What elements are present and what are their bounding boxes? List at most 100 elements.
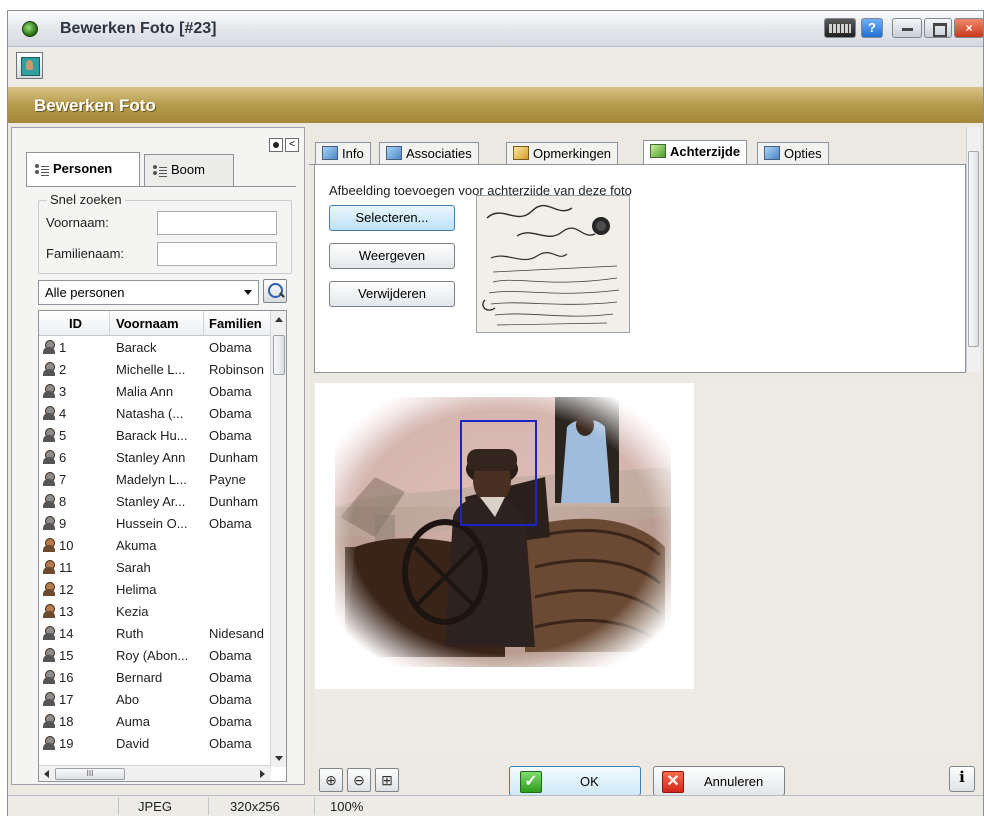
tab-divider: [26, 186, 296, 187]
zoom-out-button[interactable]: ⊖: [347, 768, 371, 792]
options-icon: [764, 146, 780, 160]
main-photo[interactable]: [335, 397, 671, 667]
info-button[interactable]: ℹ: [949, 766, 975, 792]
cell-voornaam: Barack Hu...: [116, 428, 188, 443]
cell-id: 2: [59, 362, 67, 377]
tab-achterzijde-label: Achterzijde: [670, 144, 741, 159]
person-icon: [43, 428, 55, 442]
column-separator: [109, 311, 110, 336]
cell-familienaam: Dunham: [209, 450, 259, 465]
fit-to-window-button[interactable]: ⊞: [375, 768, 399, 792]
cell-id: 16: [59, 670, 74, 685]
column-header-voornaam[interactable]: Voornaam: [116, 316, 179, 331]
tab-opties[interactable]: Opties: [757, 142, 829, 165]
panel-pin-icon[interactable]: [269, 138, 283, 152]
tab-boom[interactable]: Boom: [144, 154, 234, 186]
table-row[interactable]: 10 Akuma: [39, 536, 271, 555]
view-back-image-button[interactable]: Weergeven: [329, 243, 455, 269]
cell-id: 19: [59, 736, 74, 751]
table-vertical-scrollbar[interactable]: [270, 311, 286, 767]
scroll-thumb[interactable]: [273, 335, 285, 375]
person-icon: [43, 362, 55, 376]
tab-content-scrollbar[interactable]: [966, 127, 980, 372]
table-horizontal-scrollbar[interactable]: III: [39, 765, 271, 781]
person-filter-select[interactable]: Alle personen: [38, 280, 259, 305]
help-button[interactable]: ?: [861, 18, 883, 38]
first-name-label: Voornaam:: [46, 215, 109, 230]
delete-back-image-button[interactable]: Verwijderen: [329, 281, 455, 307]
cell-familienaam: Obama: [209, 714, 252, 729]
cell-familienaam: Dunham: [209, 494, 259, 509]
table-row[interactable]: 16 Bernard Obama: [39, 668, 271, 687]
column-header-id[interactable]: ID: [69, 316, 82, 331]
cell-familienaam: Obama: [209, 516, 252, 531]
persons-table: ID Voornaam Familien 1 Barack Obama 2 Michel…: [38, 310, 287, 782]
table-row[interactable]: 6 Stanley Ann Dunham: [39, 448, 271, 467]
table-row[interactable]: 7 Madelyn L... Payne: [39, 470, 271, 489]
table-row[interactable]: 1 Barack Obama: [39, 338, 271, 357]
table-row[interactable]: 13 Kezia: [39, 602, 271, 621]
table-row[interactable]: 14 Ruth Nidesand: [39, 624, 271, 643]
table-row[interactable]: 15 Roy (Abon... Obama: [39, 646, 271, 665]
table-row[interactable]: 11 Sarah: [39, 558, 271, 577]
cell-familienaam: Payne: [209, 472, 246, 487]
zoom-in-button[interactable]: ⊕: [319, 768, 343, 792]
table-row[interactable]: 4 Natasha (... Obama: [39, 404, 271, 423]
tab-opmerkingen[interactable]: Opmerkingen: [506, 142, 619, 165]
cell-voornaam: Helima: [116, 582, 157, 597]
search-button[interactable]: [263, 279, 287, 303]
person-icon: [43, 582, 55, 596]
tab-info-label: Info: [342, 146, 364, 161]
photo-tool-button[interactable]: [16, 52, 43, 79]
scroll-down-icon[interactable]: [275, 756, 283, 761]
horizontal-scroll-thumb[interactable]: III: [55, 768, 125, 780]
cell-id: 8: [59, 494, 67, 509]
cell-voornaam: Madelyn L...: [116, 472, 187, 487]
cell-id: 6: [59, 450, 67, 465]
quick-search-group: Snel zoeken Voornaam: Familienaam:: [38, 192, 292, 274]
column-header-familienaam[interactable]: Familien: [209, 316, 262, 331]
panel-collapse-button[interactable]: <: [285, 138, 299, 152]
ok-button[interactable]: ✓ OK: [509, 766, 641, 796]
cell-id: 9: [59, 516, 67, 531]
table-row[interactable]: 19 David Obama: [39, 734, 271, 753]
cell-voornaam: Barack: [116, 340, 157, 355]
person-icon: [43, 472, 55, 486]
header-title: Bewerken Foto: [34, 96, 156, 115]
table-row[interactable]: 5 Barack Hu... Obama: [39, 426, 271, 445]
status-separator: [208, 797, 209, 815]
window-title: Bewerken Foto [#23]: [60, 20, 217, 37]
person-filter-value: Alle personen: [45, 285, 125, 300]
last-name-input[interactable]: [157, 242, 277, 266]
person-icon: [43, 692, 55, 706]
tab-content-scroll-thumb[interactable]: [968, 151, 979, 347]
keyboard-icon[interactable]: [824, 18, 856, 38]
cell-voornaam: Bernard: [116, 670, 163, 685]
back-side-thumbnail: [476, 195, 630, 333]
table-row[interactable]: 12 Helima: [39, 580, 271, 599]
scroll-left-icon[interactable]: [44, 770, 49, 778]
table-row[interactable]: 8 Stanley Ar... Dunham: [39, 492, 271, 511]
edit-photo-window: Bewerken Foto [#23] ? × Bewerken Foto < …: [7, 10, 984, 816]
table-row[interactable]: 17 Abo Obama: [39, 690, 271, 709]
tab-associaties[interactable]: Associaties: [379, 142, 479, 165]
cell-familienaam: Obama: [209, 428, 252, 443]
first-name-input[interactable]: [157, 211, 277, 235]
close-button[interactable]: ×: [954, 18, 984, 38]
table-row[interactable]: 18 Auma Obama: [39, 712, 271, 731]
minimize-button[interactable]: [892, 18, 922, 38]
table-row[interactable]: 3 Malia Ann Obama: [39, 382, 271, 401]
toolbar: [8, 47, 983, 87]
cancel-button[interactable]: ✕ Annuleren: [653, 766, 785, 796]
tab-info[interactable]: Info: [315, 142, 371, 165]
tab-achterzijde[interactable]: Achterzijde: [643, 140, 748, 165]
table-row[interactable]: 2 Michelle L... Robinson: [39, 360, 271, 379]
tab-personen[interactable]: Personen: [26, 152, 140, 187]
scroll-up-icon[interactable]: [275, 317, 283, 322]
cell-id: 14: [59, 626, 74, 641]
scroll-right-icon[interactable]: [260, 770, 265, 778]
maximize-button[interactable]: [924, 18, 952, 38]
select-back-image-button[interactable]: Selecteren...: [329, 205, 455, 231]
person-icon: [43, 538, 55, 552]
table-row[interactable]: 9 Hussein O... Obama: [39, 514, 271, 533]
